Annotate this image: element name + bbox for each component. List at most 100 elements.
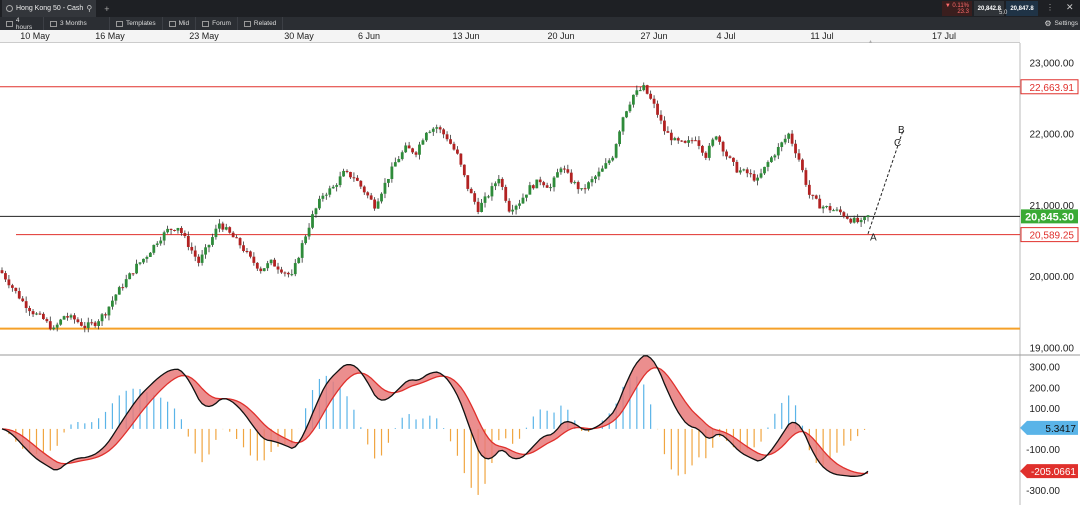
sell-quote[interactable]: ▼ 0.11% 23.3: [942, 1, 972, 16]
candle-body: [438, 127, 442, 130]
time-axis[interactable]: 10 May 16 May 23 May 30 May 6 Jun 13 Jun…: [0, 30, 1020, 47]
candle-body: [842, 212, 846, 217]
y-tick-label: 22,000.00: [1030, 130, 1075, 141]
candle-body: [476, 201, 480, 213]
candle-body: [493, 183, 497, 187]
candle-body: [659, 114, 663, 121]
candle-body: [607, 160, 611, 164]
templates-icon: [116, 20, 123, 27]
gear-icon: ⚙: [1044, 19, 1052, 28]
candle-body: [576, 182, 580, 190]
expand-icon[interactable]: ⋮: [1046, 3, 1054, 12]
candle-body: [549, 187, 552, 189]
candle-body: [480, 202, 483, 213]
forum-icon: [202, 20, 210, 27]
candle-body: [614, 144, 618, 158]
candle-body: [435, 127, 439, 129]
candle-body: [383, 182, 387, 194]
candle-body: [604, 163, 608, 169]
buy-price-box[interactable]: 20,847.8: [1006, 1, 1038, 16]
range-select[interactable]: 3 Months: [44, 17, 110, 30]
settings-label: Settings: [1054, 20, 1079, 27]
related-label: Related: [253, 20, 277, 27]
candle-body: [276, 266, 280, 270]
candle-body: [17, 291, 21, 299]
candle-body: [787, 133, 791, 139]
candle-body: [52, 327, 56, 330]
candle-body: [314, 208, 318, 215]
candle-body: [690, 140, 694, 142]
candle-body: [694, 140, 697, 142]
candle-body: [676, 138, 680, 141]
candle-body: [825, 206, 828, 208]
candle-body: [835, 209, 839, 211]
wave-label-a: A: [870, 233, 877, 244]
mid-button[interactable]: Mid: [163, 17, 197, 30]
candle-body: [849, 218, 853, 223]
interval-select[interactable]: 4 hours: [0, 17, 44, 31]
candle-body: [511, 209, 515, 212]
candle-body: [345, 170, 349, 172]
candle-body: [421, 140, 425, 145]
candle-body: [159, 240, 163, 244]
templates-button[interactable]: Templates: [110, 17, 163, 30]
candle-body: [535, 179, 539, 189]
candle-body: [362, 186, 366, 193]
candle-body: [663, 120, 666, 132]
candle-body: [162, 232, 166, 241]
candle-body: [597, 171, 601, 177]
candle-body: [404, 145, 408, 153]
candle-body: [580, 188, 584, 190]
candle-body: [759, 173, 763, 178]
candle-body: [190, 246, 194, 251]
instrument-tab[interactable]: Hong Kong 50 - Cash ⚲: [2, 0, 97, 17]
sell-change-points: 23.3: [957, 8, 969, 15]
price-badge-label: 20,845.30: [1025, 211, 1074, 223]
candle-body: [669, 132, 673, 141]
instrument-tab-label: Hong Kong 50 - Cash: [16, 5, 84, 12]
candle-body: [321, 195, 325, 199]
range-icon: [50, 20, 57, 27]
forum-label: Forum: [212, 20, 231, 27]
candle-body: [249, 251, 252, 257]
x-tick: 6 Jun: [357, 31, 381, 41]
price-chart[interactable]: ABC 23,000.0022,000.0021,000.0020,000.00…: [0, 43, 1080, 505]
candle-body: [618, 131, 621, 145]
y-tick-label: 23,000.00: [1030, 58, 1075, 69]
candle-body: [186, 235, 190, 247]
candle-body: [473, 193, 477, 202]
candle-body: [93, 322, 97, 326]
candle-body: [387, 178, 390, 183]
candle-body: [342, 170, 345, 177]
candle-body: [166, 228, 170, 233]
candle-body: [428, 131, 432, 133]
candle-body: [380, 193, 383, 202]
close-icon[interactable]: ✕: [1066, 2, 1074, 13]
candle-body: [821, 206, 825, 209]
search-icon[interactable]: ⚲: [86, 4, 92, 13]
candle-body: [204, 247, 207, 255]
candle-body: [583, 188, 587, 190]
candle-body: [700, 145, 704, 153]
add-tab-icon[interactable]: +: [104, 4, 109, 14]
candle-body: [128, 273, 132, 280]
candle-body: [525, 194, 528, 198]
candle-body: [531, 185, 535, 189]
settings-button[interactable]: ⚙ Settings: [1044, 17, 1078, 30]
candle-body: [559, 168, 563, 173]
forum-button[interactable]: Forum: [196, 17, 238, 30]
related-button[interactable]: Related: [238, 17, 284, 30]
candle-body: [431, 128, 435, 132]
candle-body: [545, 185, 549, 188]
y-tick-label: 19,000.00: [1030, 343, 1075, 354]
candle-body: [538, 179, 542, 183]
candle-body: [290, 274, 294, 276]
candle-body: [97, 321, 101, 326]
candle-body: [794, 143, 797, 154]
candle-body: [621, 117, 625, 132]
candle-body: [528, 185, 532, 195]
candle-body: [600, 168, 604, 172]
chart-toolbar: 4 hours 3 Months Templates Mid Forum Rel…: [0, 17, 1080, 31]
candle-body: [335, 185, 339, 187]
candle-body: [124, 279, 128, 288]
